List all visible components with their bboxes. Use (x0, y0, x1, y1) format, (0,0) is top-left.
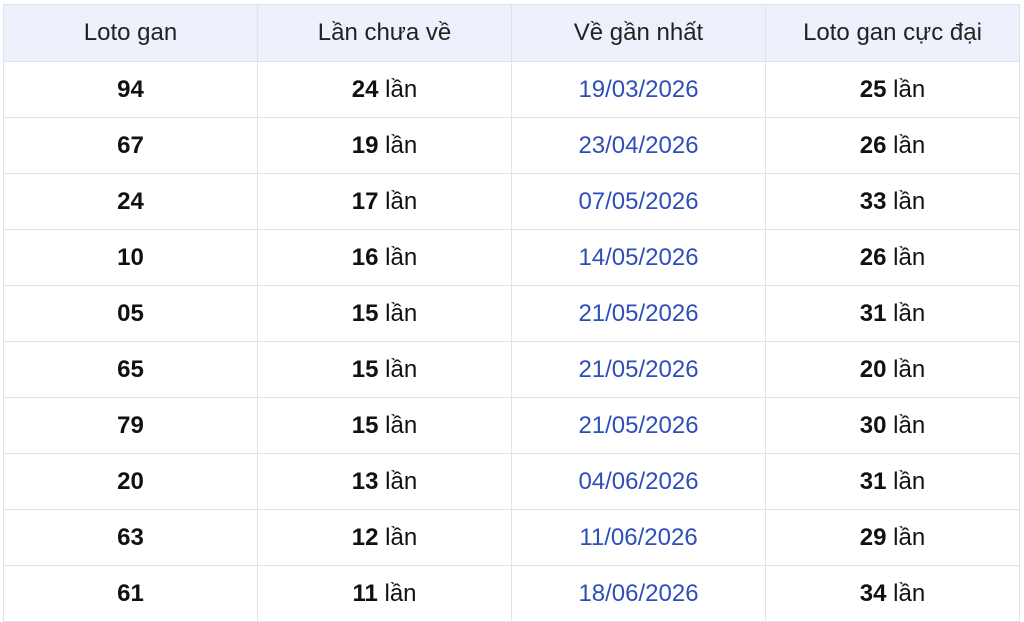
loto-number: 67 (3, 117, 258, 174)
header-lan-chua-ve: Lần chưa về (257, 4, 512, 62)
loto-number: 79 (3, 397, 258, 454)
missed-count: 17 lần (257, 173, 512, 230)
missed-count-value: 15 (351, 355, 379, 383)
max-gan: 30 lần (765, 397, 1020, 454)
missed-count: 15 lần (257, 285, 512, 342)
max-gan-value: 26 (859, 131, 887, 159)
max-gan-unit: lần (893, 187, 926, 215)
max-gan-unit: lần (893, 579, 926, 607)
table-row: 67 19 lần 23/04/2026 26 lần (3, 117, 1020, 174)
loto-number: 63 (3, 509, 258, 566)
table-row: 20 13 lần 04/06/2026 31 lần (3, 453, 1020, 510)
loto-number: 10 (3, 229, 258, 286)
missed-count-value: 19 (351, 131, 379, 159)
max-gan: 31 lần (765, 453, 1020, 510)
missed-count-unit: lần (385, 187, 418, 215)
max-gan-unit: lần (893, 355, 926, 383)
missed-count: 16 lần (257, 229, 512, 286)
max-gan: 20 lần (765, 341, 1020, 398)
missed-count: 13 lần (257, 453, 512, 510)
missed-count-unit: lần (385, 299, 418, 327)
table-row: 05 15 lần 21/05/2026 31 lần (3, 285, 1020, 342)
max-gan: 26 lần (765, 117, 1020, 174)
max-gan-unit: lần (893, 299, 926, 327)
max-gan-unit: lần (893, 467, 926, 495)
last-appearance-date[interactable]: 04/06/2026 (511, 453, 766, 510)
loto-number: 24 (3, 173, 258, 230)
loto-number: 05 (3, 285, 258, 342)
loto-number: 20 (3, 453, 258, 510)
max-gan-unit: lần (893, 411, 926, 439)
loto-gan-table-container: Loto gan Lần chưa về Về gần nhất Loto ga… (3, 4, 1020, 622)
missed-count-unit: lần (385, 355, 418, 383)
missed-count-unit: lần (385, 131, 418, 159)
missed-count-value: 15 (351, 411, 379, 439)
table-row: 24 17 lần 07/05/2026 33 lần (3, 173, 1020, 230)
header-ve-gan-nhat: Về gần nhất (511, 4, 766, 62)
max-gan-value: 29 (859, 523, 887, 551)
table-header-row: Loto gan Lần chưa về Về gần nhất Loto ga… (3, 4, 1020, 62)
max-gan: 25 lần (765, 61, 1020, 118)
table-row: 65 15 lần 21/05/2026 20 lần (3, 341, 1020, 398)
table-row: 94 24 lần 19/03/2026 25 lần (3, 61, 1020, 118)
loto-number: 65 (3, 341, 258, 398)
last-appearance-date[interactable]: 23/04/2026 (511, 117, 766, 174)
header-loto-gan: Loto gan (3, 4, 258, 62)
missed-count-unit: lần (385, 467, 418, 495)
missed-count-value: 13 (351, 467, 379, 495)
last-appearance-date[interactable]: 19/03/2026 (511, 61, 766, 118)
max-gan: 29 lần (765, 509, 1020, 566)
max-gan-value: 26 (859, 243, 887, 271)
last-appearance-date[interactable]: 18/06/2026 (511, 565, 766, 622)
max-gan-value: 30 (859, 411, 887, 439)
max-gan: 33 lần (765, 173, 1020, 230)
missed-count-value: 11 (352, 579, 378, 607)
last-appearance-date[interactable]: 11/06/2026 (511, 509, 766, 566)
max-gan: 34 lần (765, 565, 1020, 622)
missed-count: 11 lần (257, 565, 512, 622)
header-loto-gan-cuc-dai: Loto gan cực đại (765, 4, 1020, 62)
missed-count-value: 16 (351, 243, 379, 271)
max-gan-value: 25 (859, 75, 887, 103)
missed-count-unit: lần (385, 411, 418, 439)
max-gan-value: 34 (859, 579, 887, 607)
last-appearance-date[interactable]: 21/05/2026 (511, 341, 766, 398)
max-gan-value: 33 (859, 187, 887, 215)
last-appearance-date[interactable]: 21/05/2026 (511, 285, 766, 342)
missed-count: 15 lần (257, 397, 512, 454)
last-appearance-date[interactable]: 07/05/2026 (511, 173, 766, 230)
missed-count: 24 lần (257, 61, 512, 118)
missed-count: 15 lần (257, 341, 512, 398)
loto-gan-table: Loto gan Lần chưa về Về gần nhất Loto ga… (3, 4, 1020, 622)
table-row: 61 11 lần 18/06/2026 34 lần (3, 565, 1020, 622)
missed-count-value: 15 (351, 299, 379, 327)
max-gan: 31 lần (765, 285, 1020, 342)
table-row: 63 12 lần 11/06/2026 29 lần (3, 509, 1020, 566)
missed-count-value: 17 (351, 187, 379, 215)
max-gan-unit: lần (893, 523, 926, 551)
missed-count-value: 24 (351, 75, 379, 103)
max-gan-unit: lần (893, 131, 926, 159)
table-body: 94 24 lần 19/03/2026 25 lần 67 19 lần 23/04/20… (3, 61, 1020, 622)
max-gan: 26 lần (765, 229, 1020, 286)
missed-count: 19 lần (257, 117, 512, 174)
missed-count-value: 12 (351, 523, 379, 551)
max-gan-unit: lần (893, 243, 926, 271)
max-gan-unit: lần (893, 75, 926, 103)
loto-number: 94 (3, 61, 258, 118)
missed-count-unit: lần (384, 579, 417, 607)
table-row: 79 15 lần 21/05/2026 30 lần (3, 397, 1020, 454)
missed-count-unit: lần (385, 243, 418, 271)
max-gan-value: 20 (859, 355, 887, 383)
missed-count-unit: lần (385, 75, 418, 103)
missed-count-unit: lần (385, 523, 418, 551)
max-gan-value: 31 (859, 467, 887, 495)
last-appearance-date[interactable]: 21/05/2026 (511, 397, 766, 454)
loto-number: 61 (3, 565, 258, 622)
last-appearance-date[interactable]: 14/05/2026 (511, 229, 766, 286)
max-gan-value: 31 (859, 299, 887, 327)
missed-count: 12 lần (257, 509, 512, 566)
table-row: 10 16 lần 14/05/2026 26 lần (3, 229, 1020, 286)
